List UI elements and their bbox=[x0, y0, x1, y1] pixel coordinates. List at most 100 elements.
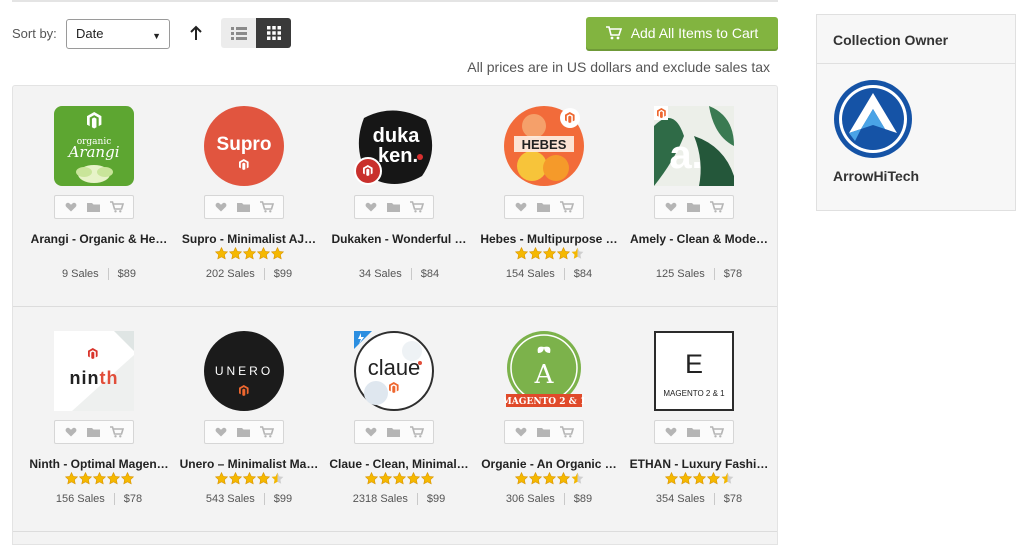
add-to-collection-button[interactable] bbox=[235, 199, 253, 215]
product-price: $99 bbox=[273, 493, 293, 505]
rating-stars bbox=[624, 472, 774, 485]
product-title[interactable]: Unero – Minimalist Ma… bbox=[174, 457, 324, 471]
add-to-collection-button[interactable] bbox=[535, 424, 553, 440]
star-icon bbox=[706, 472, 720, 485]
star-icon bbox=[542, 247, 556, 260]
favorite-button[interactable] bbox=[662, 424, 680, 440]
star-icon bbox=[270, 247, 284, 260]
product-meta: 156 Sales $78 bbox=[24, 493, 174, 506]
add-to-cart-button[interactable] bbox=[558, 424, 576, 440]
meta-separator bbox=[263, 493, 265, 506]
logo-text: nin bbox=[70, 368, 100, 388]
product-actions bbox=[354, 420, 434, 444]
add-to-cart-button[interactable] bbox=[708, 199, 726, 215]
product-title[interactable]: ETHAN - Luxury Fashi… bbox=[624, 457, 774, 471]
star-icon bbox=[256, 247, 270, 260]
cart-icon bbox=[560, 426, 575, 438]
add-to-collection-button[interactable] bbox=[235, 424, 253, 440]
sort-direction-button[interactable] bbox=[184, 19, 208, 47]
product-card: claue Claue - Clean, Minimal… 2318 Sales… bbox=[324, 331, 474, 511]
product-card: duka ken. Dukaken - Wonderful … 34 Sales… bbox=[324, 106, 474, 286]
product-title[interactable]: Organie - An Organic … bbox=[474, 457, 624, 471]
favorite-button[interactable] bbox=[512, 199, 530, 215]
caret-down-icon: ▼ bbox=[152, 31, 161, 41]
product-title[interactable]: Ninth - Optimal Magen… bbox=[24, 457, 174, 471]
owner-name[interactable]: ArrowHiTech bbox=[833, 168, 919, 184]
product-thumbnail[interactable]: UNERO bbox=[204, 331, 284, 411]
add-to-collection-button[interactable] bbox=[85, 424, 103, 440]
star-icon bbox=[378, 472, 392, 485]
add-to-collection-button[interactable] bbox=[85, 199, 103, 215]
add-to-collection-button[interactable] bbox=[385, 424, 403, 440]
cart-icon bbox=[260, 426, 275, 438]
meta-separator bbox=[713, 493, 715, 506]
add-to-cart-button[interactable] bbox=[408, 424, 426, 440]
product-thumbnail[interactable]: claue bbox=[354, 331, 434, 411]
product-thumbnail[interactable]: HEBES bbox=[504, 106, 584, 186]
star-icon bbox=[556, 247, 570, 260]
product-card: HEBES Hebes - Multipurpose … 154 Sales $8… bbox=[474, 106, 624, 286]
product-actions bbox=[654, 420, 734, 444]
sales-count: 156 Sales bbox=[55, 493, 105, 505]
logo-text: MAGENTO 2 & 1 bbox=[663, 389, 725, 398]
product-title[interactable]: Dukaken - Wonderful … bbox=[324, 232, 474, 246]
favorite-button[interactable] bbox=[662, 199, 680, 215]
add-all-to-cart-button[interactable]: Add All Items to Cart bbox=[586, 17, 778, 49]
product-actions bbox=[354, 195, 434, 219]
folder-icon bbox=[237, 428, 251, 437]
product-card: a. Amely - Clean & Mode… 125 Sales $78 bbox=[624, 106, 774, 286]
rating-stars bbox=[174, 247, 324, 260]
product-title[interactable]: Claue - Clean, Minimal… bbox=[324, 457, 474, 471]
folder-icon bbox=[387, 203, 401, 212]
product-thumbnail[interactable]: A MAGENTO 2 & 1 bbox=[504, 331, 584, 411]
add-to-cart-button[interactable] bbox=[708, 424, 726, 440]
product-thumbnail[interactable]: Supro bbox=[204, 106, 284, 186]
product-title[interactable]: Amely - Clean & Mode… bbox=[624, 232, 774, 246]
product-title[interactable]: Supro - Minimalist AJ… bbox=[174, 232, 324, 246]
add-to-cart-button[interactable] bbox=[408, 199, 426, 215]
add-to-collection-button[interactable] bbox=[385, 199, 403, 215]
rating-stars bbox=[174, 472, 324, 485]
star-icon bbox=[256, 472, 270, 485]
add-to-cart-button[interactable] bbox=[108, 424, 126, 440]
product-thumbnail[interactable]: E MAGENTO 2 & 1 bbox=[654, 331, 734, 411]
favorite-button[interactable] bbox=[212, 424, 230, 440]
logo-text: Supro bbox=[217, 134, 272, 155]
favorite-button[interactable] bbox=[512, 424, 530, 440]
product-price: $78 bbox=[723, 493, 743, 505]
add-to-cart-button[interactable] bbox=[108, 199, 126, 215]
product-price: $99 bbox=[273, 268, 293, 280]
add-to-collection-button[interactable] bbox=[685, 424, 703, 440]
grid-view-button[interactable] bbox=[256, 18, 291, 48]
star-icon bbox=[228, 472, 242, 485]
product-title[interactable]: Arangi - Organic & He… bbox=[24, 232, 174, 246]
sort-select[interactable]: Date ▼ bbox=[66, 19, 170, 49]
add-to-collection-button[interactable] bbox=[685, 199, 703, 215]
favorite-button[interactable] bbox=[62, 424, 80, 440]
product-thumbnail[interactable]: organic Arangi bbox=[54, 106, 134, 186]
product-thumbnail[interactable]: ninth bbox=[54, 331, 134, 411]
product-title[interactable]: Hebes - Multipurpose … bbox=[474, 232, 624, 246]
add-to-cart-button[interactable] bbox=[258, 424, 276, 440]
favorite-button[interactable] bbox=[362, 199, 380, 215]
product-card: ninth Ninth - Optimal Magen… 156 Sales $7… bbox=[24, 331, 174, 511]
product-thumbnail[interactable]: duka ken. bbox=[354, 106, 434, 186]
add-to-cart-button[interactable] bbox=[558, 199, 576, 215]
add-to-collection-button[interactable] bbox=[535, 199, 553, 215]
meta-separator bbox=[416, 493, 418, 506]
list-view-button[interactable] bbox=[221, 18, 256, 48]
favorite-button[interactable] bbox=[362, 424, 380, 440]
logo-text: Arangi bbox=[66, 143, 119, 161]
product-thumbnail[interactable]: a. bbox=[654, 106, 734, 186]
product-meta: 34 Sales $84 bbox=[324, 268, 474, 281]
item-grid: organic Arangi Arangi - Organic & He… 9 … bbox=[12, 85, 778, 545]
sales-count: 34 Sales bbox=[358, 268, 402, 280]
star-half-icon bbox=[721, 472, 733, 484]
folder-icon bbox=[537, 203, 551, 212]
star-half-icon bbox=[571, 247, 583, 259]
add-to-cart-button[interactable] bbox=[258, 199, 276, 215]
favorite-button[interactable] bbox=[62, 199, 80, 215]
logo-text: a. bbox=[669, 133, 702, 177]
favorite-button[interactable] bbox=[212, 199, 230, 215]
arrowhitech-logo-icon[interactable] bbox=[833, 79, 913, 159]
